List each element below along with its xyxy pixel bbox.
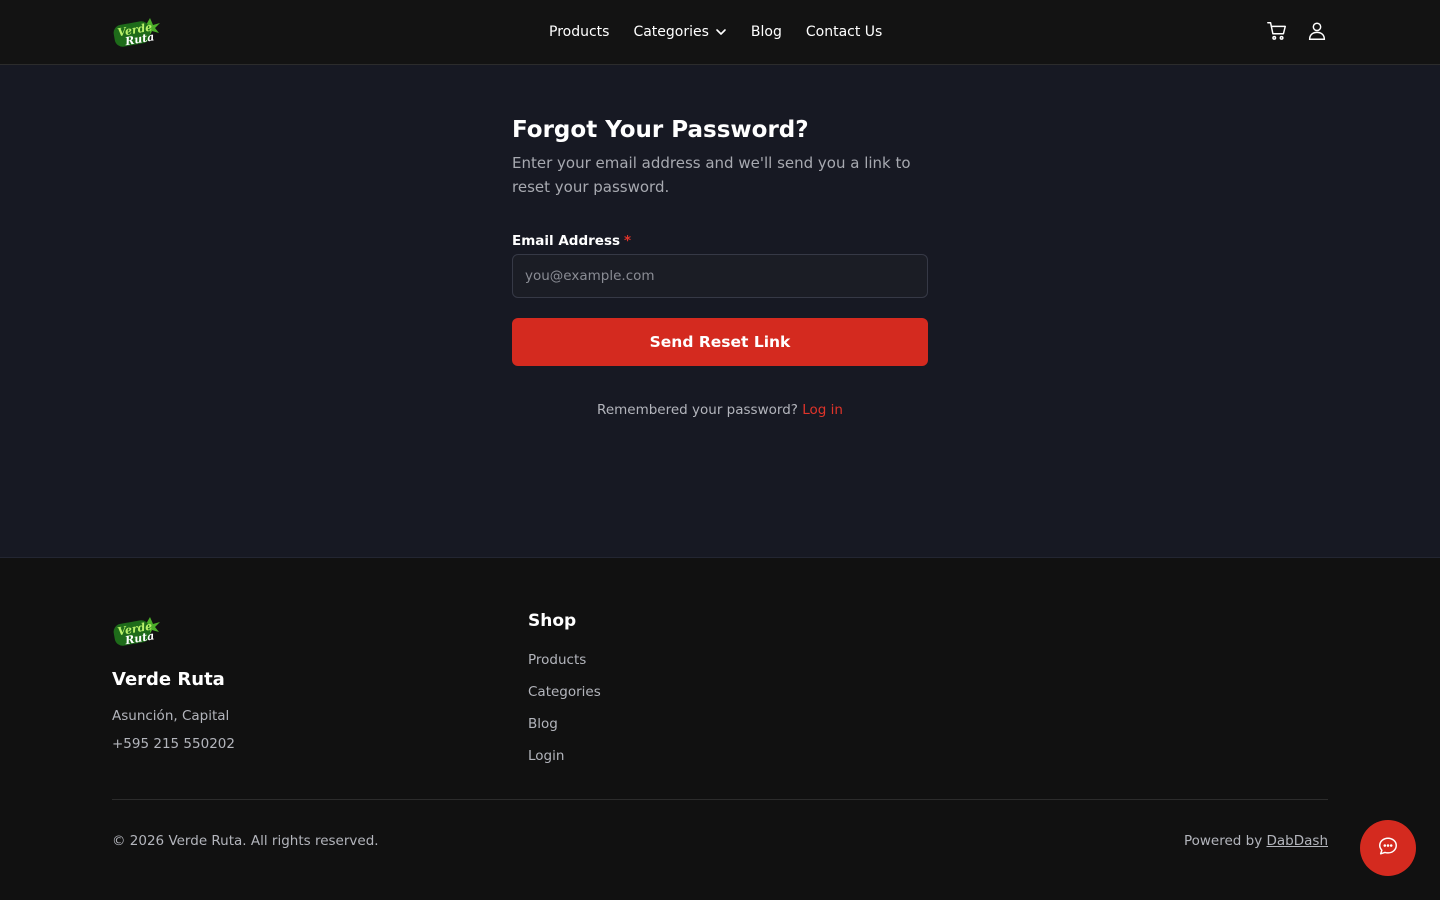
dabdash-link[interactable]: DabDash [1267,833,1329,849]
powered-by-text: Powered by [1183,833,1263,849]
chevron-down-icon [715,26,727,38]
site-header: Verde Ruta Products Categories Blog Cont… [0,0,1440,65]
main-nav: Products Categories Blog Contact Us [549,0,882,64]
footer-powered-by: Powered by DabDash [1184,833,1328,849]
footer-link-blog[interactable]: Blog [528,715,601,733]
email-field[interactable] [512,254,928,298]
main-content: Forgot Your Password? Enter your email a… [0,65,1440,558]
required-marker: * [624,233,632,249]
email-label: Email Address * [512,233,928,249]
login-link[interactable]: Log in [802,402,843,418]
email-label-text: Email Address [512,233,621,249]
chat-button[interactable] [1360,820,1416,876]
remember-text: Remembered your password? [597,402,798,418]
site-footer: Verde Ruta Verde Ruta Asunción, Capital … [0,559,1440,900]
footer-divider [112,799,1328,800]
footer-brand-logo[interactable]: Verde Ruta [112,613,162,649]
send-reset-link-button[interactable]: Send Reset Link [512,318,928,366]
remember-prompt: Remembered your password? Log in [512,402,928,418]
header-actions [1266,20,1328,42]
nav-products[interactable]: Products [549,24,609,40]
brand-logo[interactable]: Verde Ruta [112,14,162,50]
nav-categories-label: Categories [633,24,709,40]
cart-icon[interactable] [1266,20,1288,42]
footer-shop-title: Shop [528,611,577,631]
footer-shop-links: Products Categories Blog Login [528,651,601,765]
footer-brand-name: Verde Ruta [112,669,225,690]
page-title: Forgot Your Password? [512,117,809,143]
footer-address: Asunción, Capital [112,708,230,724]
user-icon[interactable] [1306,20,1328,42]
footer-link-products[interactable]: Products [528,651,601,669]
chat-bubble-icon [1377,835,1399,861]
page-subtitle: Enter your email address and we'll send … [512,154,911,196]
nav-blog[interactable]: Blog [751,24,782,40]
footer-phone: +595 215 550202 [112,736,235,752]
forgot-password-form: Forgot Your Password? Enter your email a… [512,115,928,418]
footer-copyright: © 2026 Verde Ruta. All rights reserved. [112,833,379,849]
footer-link-login[interactable]: Login [528,747,601,765]
nav-contact[interactable]: Contact Us [806,24,882,40]
nav-categories[interactable]: Categories [633,24,726,40]
footer-link-categories[interactable]: Categories [528,683,601,701]
